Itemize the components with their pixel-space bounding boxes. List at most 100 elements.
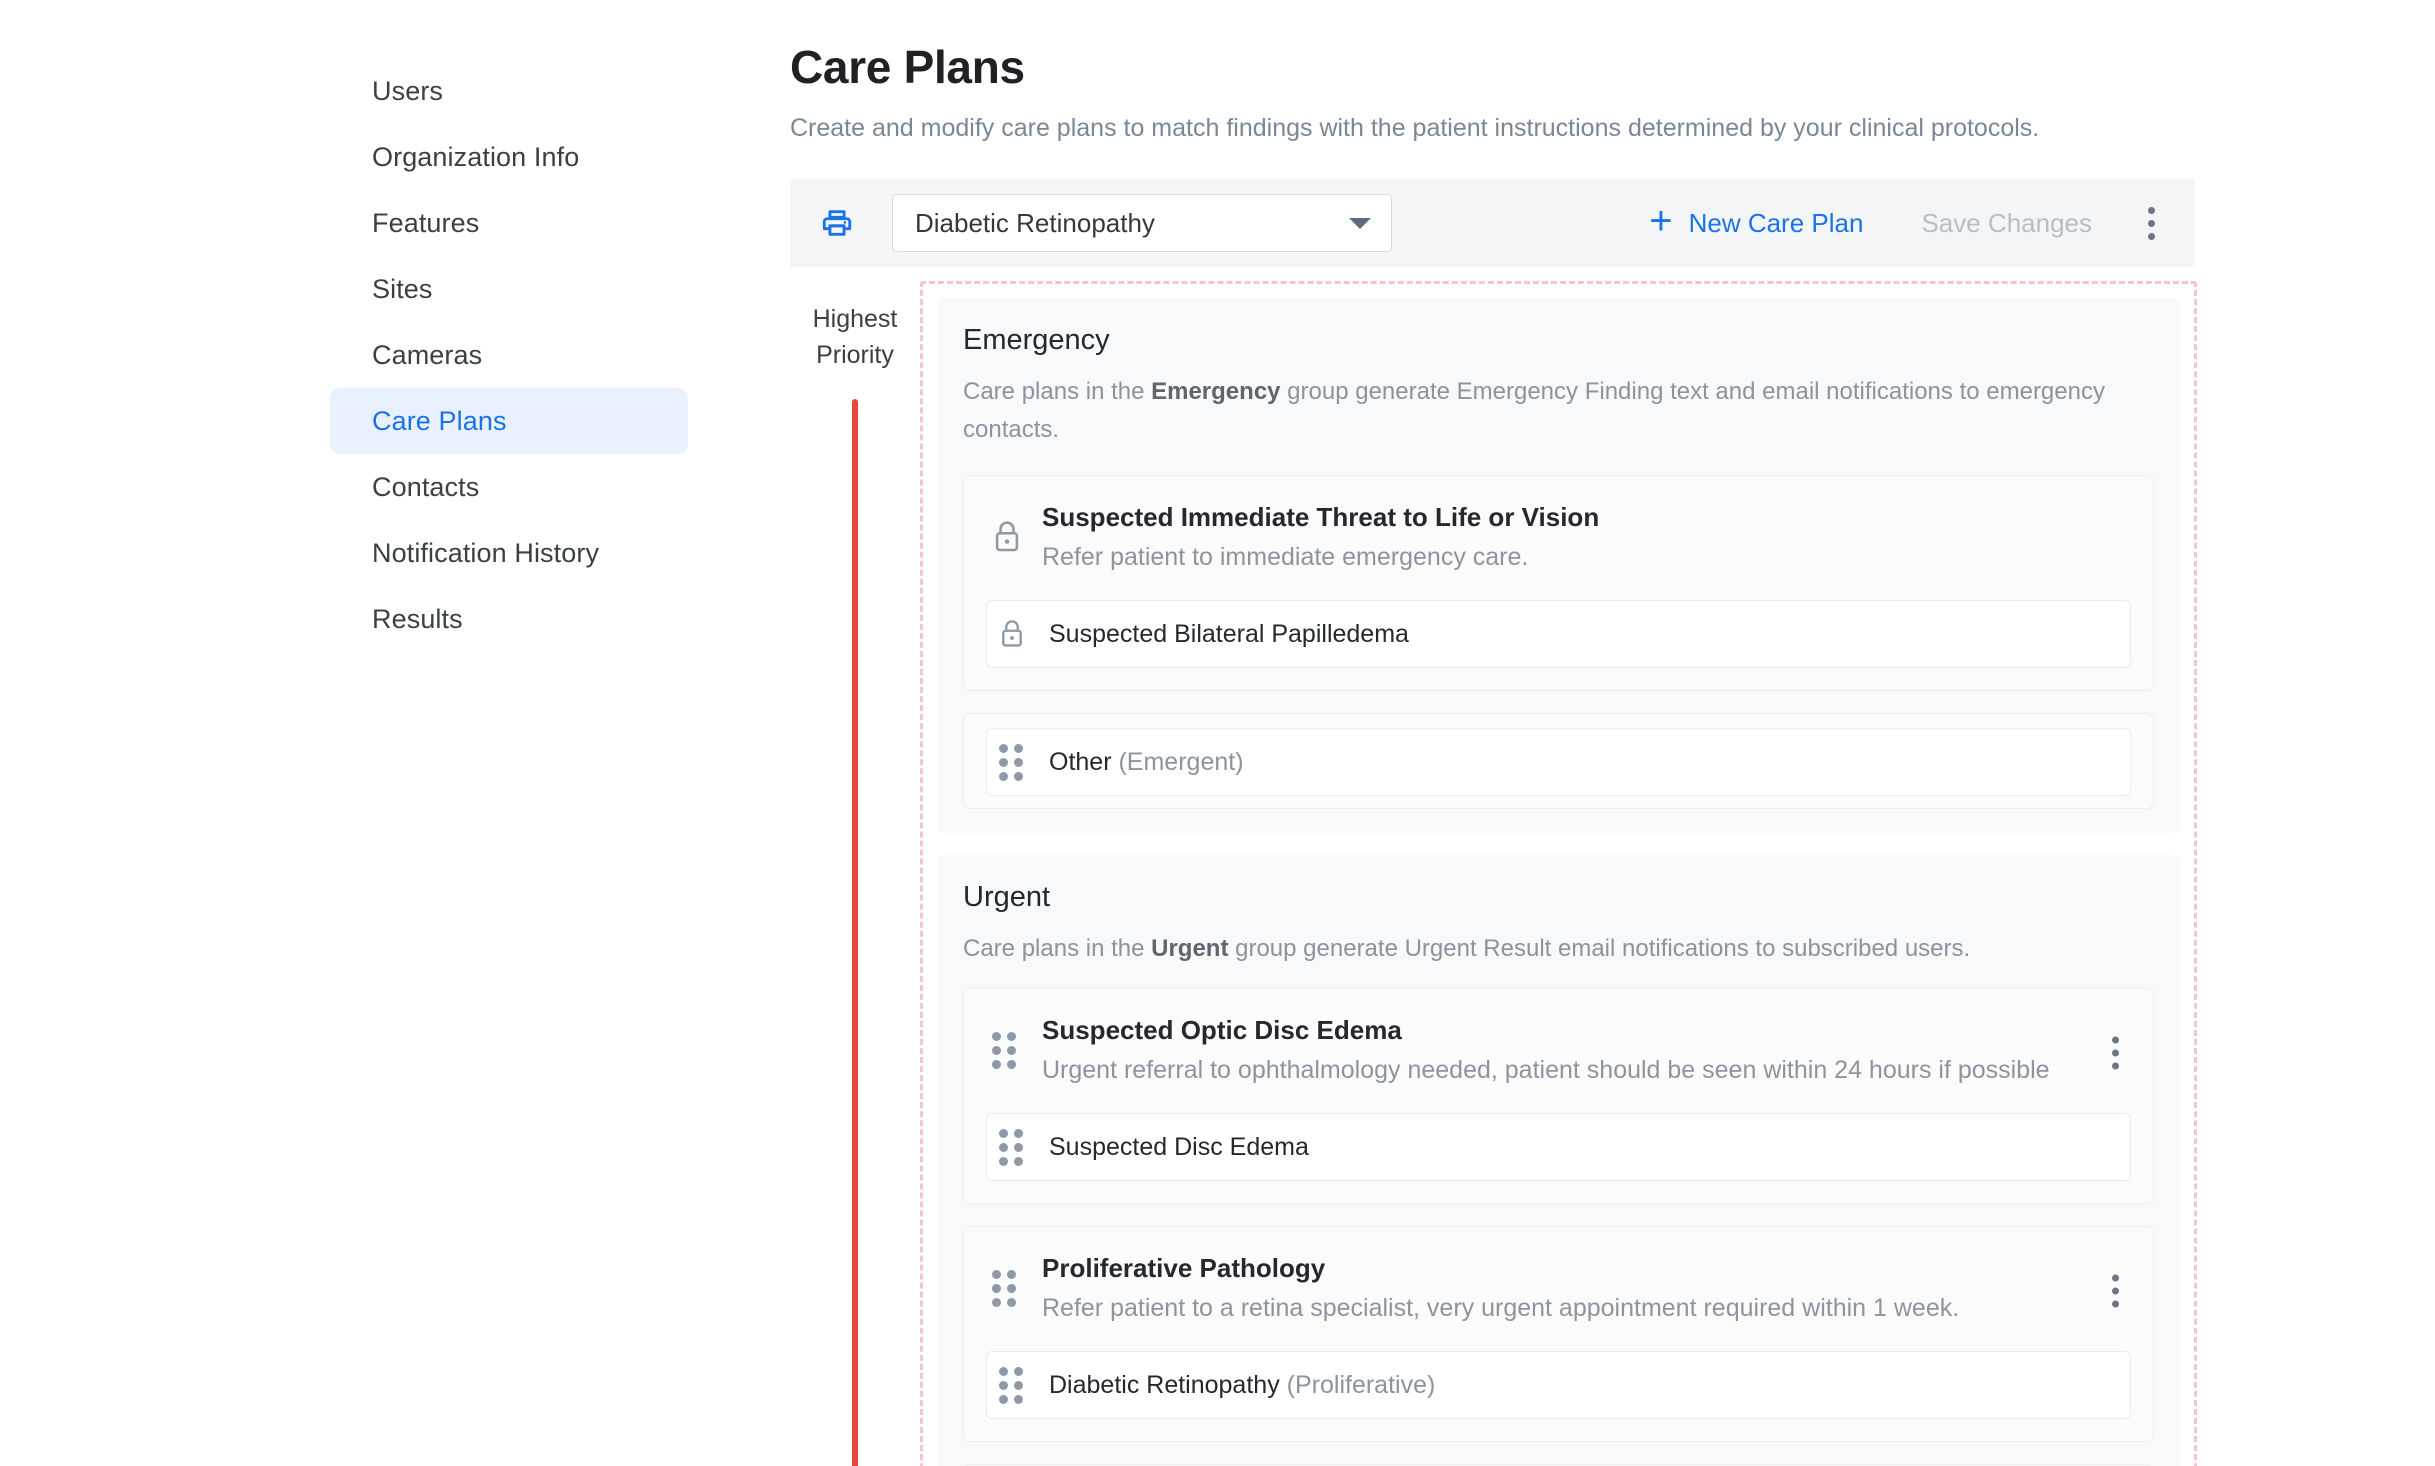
plan-handle[interactable] — [986, 1031, 1042, 1069]
sidebar-item-sites[interactable]: Sites — [330, 256, 688, 322]
plan-instruction: Refer patient to immediate emergency car… — [1042, 543, 1529, 571]
finding-row[interactable]: Diabetic Retinopathy (Proliferative) — [986, 1351, 2131, 1419]
finding-row[interactable]: Suspected Disc Edema — [986, 1113, 2131, 1181]
finding-name: Suspected Bilateral Papilledema — [1049, 619, 1409, 648]
plan-overflow-menu-icon[interactable] — [2100, 1269, 2131, 1314]
new-care-plan-button[interactable]: + New Care Plan — [1649, 199, 1863, 243]
protocol-select[interactable]: Diabetic Retinopathy — [892, 194, 1392, 252]
handle-dot — [1007, 1059, 1016, 1069]
handle-dot — [992, 1045, 1001, 1055]
handle-dot — [1014, 771, 1023, 781]
finding-handle[interactable] — [993, 1366, 1049, 1404]
sidebar-item-contacts[interactable]: Contacts — [330, 454, 688, 520]
chevron-down-icon — [1349, 217, 1371, 229]
drag-handle-icon[interactable] — [999, 743, 1023, 781]
sidebar-item-label: Notification History — [372, 537, 600, 568]
handle-dot — [999, 1128, 1008, 1138]
sidebar-nav: Users Organization Info Features Sites C… — [330, 58, 688, 652]
priority-rail: Highest Priority — [790, 281, 920, 1466]
plan-text: Suspected Immediate Threat to Life or Vi… — [1042, 502, 2131, 572]
handle-dot — [999, 1142, 1008, 1152]
finding-qualifier: (Emergent) — [1118, 747, 1244, 776]
kebab-dot — [2112, 1062, 2119, 1070]
handle-dot — [1007, 1283, 1016, 1293]
sidebar-item-users[interactable]: Users — [330, 58, 688, 124]
handle-dot — [999, 771, 1008, 781]
handle-dot — [1007, 1045, 1016, 1055]
plan-header: Suspected Optic Disc Edema Urgent referr… — [986, 1007, 2131, 1099]
finding-handle[interactable] — [993, 743, 1049, 781]
kebab-dot — [2112, 1036, 2119, 1044]
finding-handle — [993, 619, 1049, 649]
handle-dot — [992, 1269, 1001, 1279]
handle-dot — [1014, 1380, 1023, 1390]
priority-label: Highest Priority — [813, 301, 898, 373]
app-root: Users Organization Info Features Sites C… — [0, 0, 2435, 1466]
drag-handle-icon[interactable] — [992, 1269, 1016, 1307]
sidebar-item-cameras[interactable]: Cameras — [330, 322, 688, 388]
priority-area: Highest Priority Emergency Care plans in… — [790, 281, 2435, 1466]
print-icon[interactable] — [816, 202, 858, 244]
plan-card: Other (Emergent) — [963, 713, 2154, 809]
plan-text: Suspected Optic Disc Edema Urgent referr… — [1042, 1015, 2131, 1085]
toolbar-overflow-menu-icon[interactable] — [2136, 201, 2167, 246]
finding-label: Suspected Bilateral Papilledema — [1049, 620, 1409, 649]
plan-name: Proliferative Pathology — [1042, 1253, 1326, 1283]
kebab-dot — [2148, 219, 2155, 227]
plan-name: Suspected Immediate Threat to Life or Vi… — [1042, 502, 1600, 532]
plan-card: Suspected Optic Disc Edema Urgent referr… — [963, 988, 2154, 1204]
priority-label-line1: Highest — [812, 305, 898, 333]
page-title: Care Plans — [790, 41, 1025, 93]
sidebar-item-organization-info[interactable]: Organization Info — [330, 124, 688, 190]
plan-name: Suspected Optic Disc Edema — [1042, 1015, 1402, 1045]
group-title: Urgent — [963, 881, 1051, 913]
lock-icon — [1002, 620, 1022, 647]
save-changes-label: Save Changes — [1921, 207, 2092, 238]
group-card-urgent: Urgent Care plans in the Urgent group ge… — [937, 855, 2180, 1466]
finding-label: Diabetic Retinopathy (Proliferative) — [1049, 1371, 1435, 1400]
finding-name: Other — [1049, 747, 1112, 776]
plan-card: Proliferative Pathology Refer patient to… — [963, 1226, 2154, 1442]
kebab-dot — [2112, 1049, 2119, 1057]
sidebar-item-notification-history[interactable]: Notification History — [330, 520, 688, 586]
group-title: Emergency — [963, 324, 1110, 356]
handle-dot — [1014, 1142, 1023, 1152]
handle-dot — [999, 1366, 1008, 1376]
drag-handle-icon[interactable] — [992, 1031, 1016, 1069]
kebab-dot — [2112, 1300, 2119, 1308]
sidebar-item-label: Organization Info — [372, 141, 580, 172]
handle-dot — [999, 1380, 1008, 1390]
sidebar-item-label: Contacts — [372, 471, 480, 502]
priority-bar — [852, 399, 858, 1466]
care-plan-toolbar: Diabetic Retinopathy + New Care Plan Sav… — [790, 179, 2195, 267]
kebab-dot — [2112, 1274, 2119, 1282]
drag-handle-icon[interactable] — [999, 1366, 1023, 1404]
group-description-bold: Urgent — [1151, 935, 1229, 962]
drag-handle-icon[interactable] — [999, 1128, 1023, 1166]
plus-icon: + — [1649, 199, 1673, 243]
sidebar-item-results[interactable]: Results — [330, 586, 688, 652]
handle-dot — [1007, 1297, 1016, 1307]
handle-dot — [1014, 743, 1023, 753]
finding-handle[interactable] — [993, 1128, 1049, 1166]
kebab-dot — [2148, 206, 2155, 214]
finding-name: Diabetic Retinopathy — [1049, 1370, 1280, 1399]
lock-icon — [995, 521, 1019, 552]
group-description-pre: Care plans in the — [963, 378, 1152, 405]
save-changes-button[interactable]: Save Changes — [1921, 208, 2092, 239]
handle-dot — [999, 1394, 1008, 1404]
handle-dot — [999, 1156, 1008, 1166]
plan-card: Suspected Immediate Threat to Life or Vi… — [963, 475, 2154, 691]
handle-dot — [992, 1283, 1001, 1293]
finding-row[interactable]: Suspected Bilateral Papilledema — [986, 600, 2131, 668]
group-card-emergency: Emergency Care plans in the Emergency gr… — [937, 298, 2180, 833]
plan-overflow-menu-icon[interactable] — [2100, 1031, 2131, 1076]
sidebar-item-features[interactable]: Features — [330, 190, 688, 256]
sidebar-item-care-plans[interactable]: Care Plans — [330, 388, 688, 454]
finding-row[interactable]: Other (Emergent) — [986, 728, 2131, 796]
sidebar-item-label: Cameras — [372, 339, 483, 370]
group-description: Care plans in the Urgent group generate … — [963, 930, 2123, 968]
kebab-dot — [2112, 1287, 2119, 1295]
handle-dot — [1014, 1394, 1023, 1404]
plan-handle[interactable] — [986, 1269, 1042, 1307]
